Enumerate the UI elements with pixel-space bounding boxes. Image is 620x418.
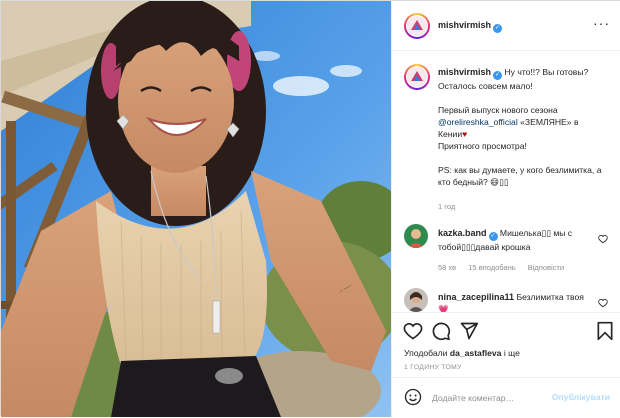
comment-like-heart-icon[interactable] (598, 298, 608, 308)
comment-icon[interactable] (431, 321, 451, 341)
commenter-avatar[interactable] (404, 224, 428, 248)
smiley-icon[interactable] (404, 388, 422, 406)
publish-button[interactable]: Опублікувати (552, 392, 610, 402)
comment-likes[interactable]: 15 вподобань (468, 263, 515, 272)
caption-username[interactable]: mishvirmish (438, 67, 491, 77)
caption-avatar[interactable] (407, 67, 427, 87)
caption-line-2: Первый выпуск нового сезона (438, 105, 558, 115)
comment-time: 58 хв (438, 263, 457, 272)
comment-item: kazka.band ✓ Мишелька▯▯ мы с тобой▯▯▯дава… (392, 224, 620, 274)
comments-list[interactable]: mishvirmish ✓ Ну что!!? Вы готовы? Остало… (392, 52, 620, 312)
author-username[interactable]: mishvirmish (438, 20, 491, 30)
comment-reply-button[interactable]: Відповісти (528, 263, 564, 272)
comment-item: nina_zacepilina11 Безлимитка твоя 💗 (392, 288, 620, 312)
caption-mention[interactable]: @orelireshka_official (438, 117, 518, 127)
selfie-photo: ~ ~~~ (1, 1, 391, 417)
post-sidebar: mishvirmish ✓ ··· mishvirmish ✓ Ну что!!… (391, 1, 620, 417)
commenter-avatar[interactable] (404, 288, 428, 312)
liked-by: Уподобали da_astafleva і ще (404, 348, 520, 358)
liked-by-user[interactable]: da_astafleva (450, 348, 502, 358)
verified-badge-icon: ✓ (493, 24, 503, 33)
post-timestamp[interactable]: 1 ГОДИНУ ТОМУ (404, 364, 462, 371)
liked-by-prefix: Уподобали (404, 348, 448, 358)
comment-like-heart-icon[interactable] (598, 234, 608, 244)
comment-meta: 58 хв 15 вподобань Відповісти (438, 263, 574, 272)
commenter-username[interactable]: nina_zacepilina11 (438, 292, 514, 302)
post-header: mishvirmish ✓ ··· (392, 1, 620, 51)
liked-by-suffix[interactable]: і ще (504, 348, 520, 358)
heart-emoji-icon: ♥ (462, 129, 468, 139)
instagram-post: ~ ~~~ mishvirmish ✓ ··· mishvirmish ✓ Ну… (0, 0, 620, 417)
comment-text-block: kazka.band ✓ Мишелька▯▯ мы с тобой▯▯▯дава… (438, 227, 588, 253)
verified-badge-icon: ✓ (488, 232, 498, 241)
post-photo[interactable]: ~ ~~~ (1, 1, 391, 417)
heart-icon[interactable] (403, 321, 423, 341)
bookmark-icon[interactable] (595, 321, 615, 341)
add-comment-input[interactable] (432, 389, 562, 406)
post-actions: Уподобали da_astafleva і ще 1 ГОДИНУ ТОМ… (392, 312, 620, 417)
add-comment-bar: Опублікувати (392, 377, 620, 418)
caption-story-ring[interactable] (404, 64, 430, 90)
more-horizontal-icon[interactable]: ··· (593, 15, 610, 31)
caption-line-6: PS: как вы думаете, у кого безлимитка, а… (438, 165, 602, 187)
caption-time: 1 год (438, 202, 456, 211)
pink-heart-emoji: 💗 (438, 304, 449, 312)
comment-text: Безлимитка твоя (516, 292, 584, 302)
comment-text-block: nina_zacepilina11 Безлимитка твоя 💗 (438, 291, 588, 312)
author-avatar[interactable] (407, 16, 427, 36)
share-icon[interactable] (459, 321, 479, 341)
post-caption: mishvirmish ✓ Ну что!!? Вы готовы? Остало… (438, 66, 610, 200)
verified-badge-icon: ✓ (493, 71, 503, 80)
caption-line-5: Приятного просмотра! (438, 141, 527, 151)
commenter-username[interactable]: kazka.band (438, 228, 487, 238)
story-ring[interactable] (404, 13, 430, 39)
